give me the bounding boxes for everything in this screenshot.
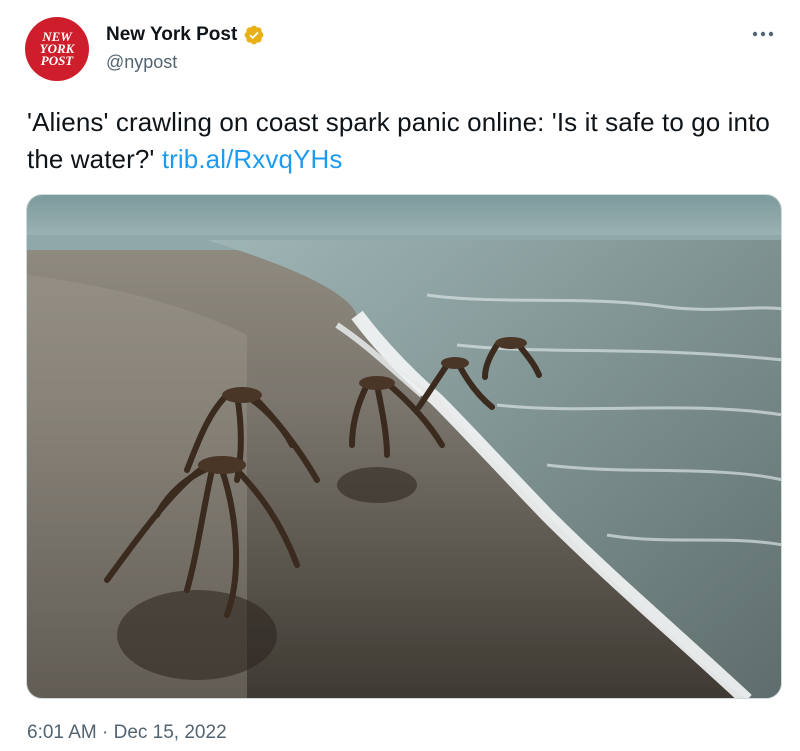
tweet-image[interactable]: [26, 194, 782, 699]
avatar-line-3: POST: [41, 53, 75, 68]
tweet-text: 'Aliens' crawling on coast spark panic o…: [27, 104, 787, 178]
beach-creatures-photo: [27, 195, 781, 698]
tweet-body: 'Aliens' crawling on coast spark panic o…: [27, 107, 770, 174]
more-dots-icon: [752, 31, 774, 37]
name-row: New York Post: [106, 22, 265, 48]
tweet-time[interactable]: 6:01 AM: [27, 722, 97, 743]
timestamp-separator: ·: [102, 722, 109, 743]
avatar[interactable]: NEW YORK POST: [25, 17, 89, 81]
handle[interactable]: @nypost: [106, 50, 265, 74]
more-button[interactable]: [748, 22, 778, 46]
nypost-logo: NEW YORK POST: [40, 29, 76, 68]
tweet-date[interactable]: Dec 15, 2022: [114, 722, 227, 743]
tweet-link[interactable]: trib.al/RxvqYHs: [162, 144, 343, 174]
tweet-card: NEW YORK POST New York Post @nypost 'Ali…: [0, 0, 800, 751]
display-name[interactable]: New York Post: [106, 22, 237, 48]
author-block: New York Post @nypost: [106, 22, 265, 74]
verified-badge-icon: [244, 25, 264, 45]
tweet-timestamp: 6:01 AM · Dec 15, 2022: [27, 720, 227, 746]
